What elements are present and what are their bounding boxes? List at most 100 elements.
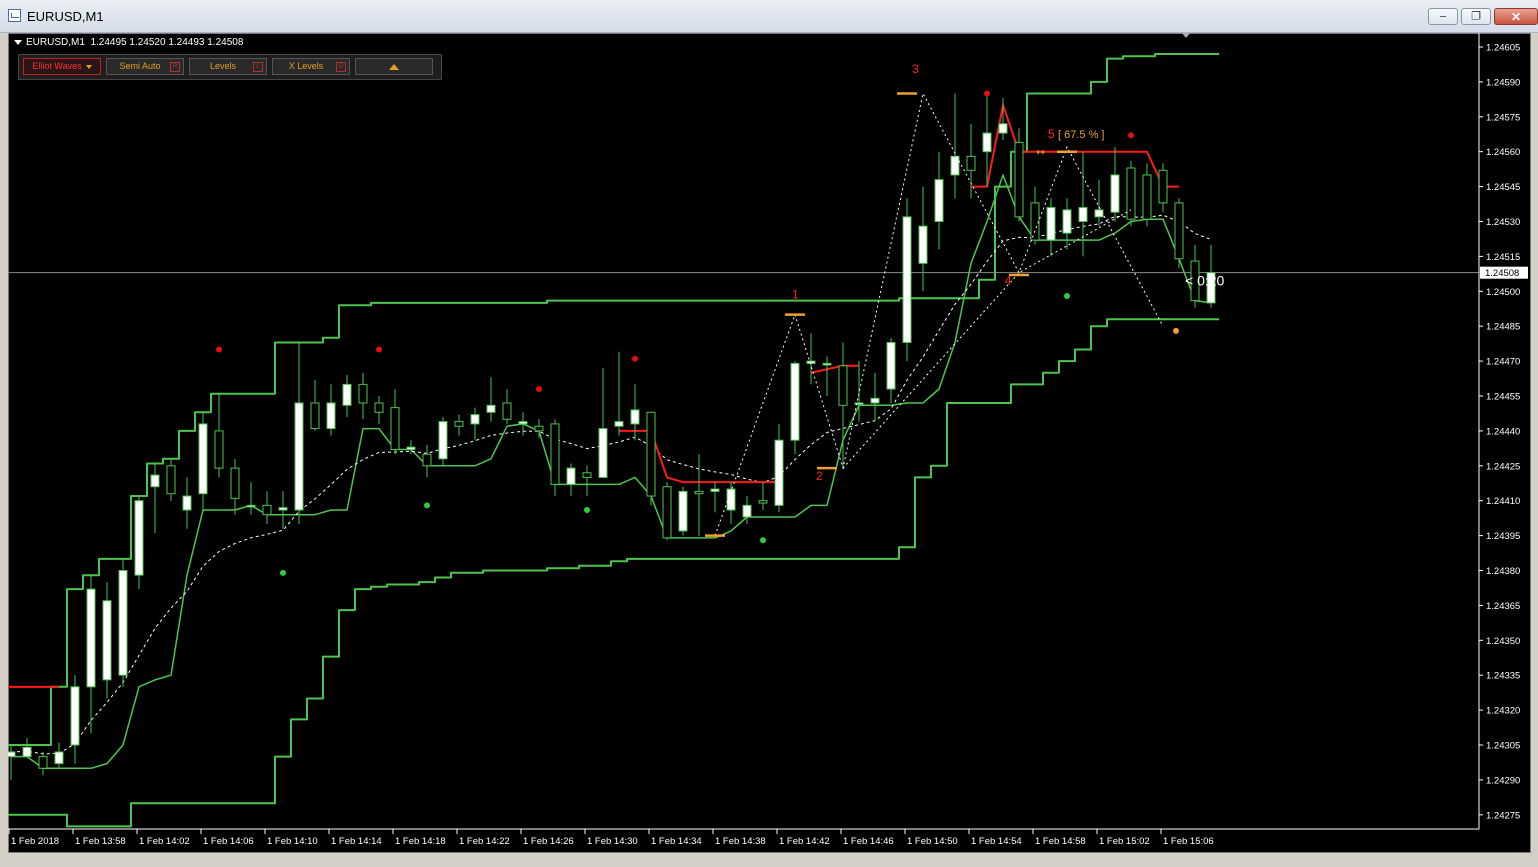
price-tick-label: 1.24365: [1486, 601, 1520, 612]
title-bar[interactable]: EURUSD,M1 – ❐ ✕: [0, 0, 1538, 33]
time-tick-label: 1 Feb 14:10: [267, 836, 318, 847]
time-tick-label: 1 Feb 14:58: [1035, 836, 1086, 847]
fractal-down-dot: [280, 569, 286, 576]
candle: [374, 396, 384, 424]
price-tick-label: 1.24575: [1486, 112, 1520, 123]
wave-label-1: 1: [792, 288, 799, 302]
candle: [1030, 186, 1040, 245]
minimize-button[interactable]: –: [1428, 8, 1458, 25]
candle-body: [614, 421, 624, 427]
semi-auto-hotkey: R: [170, 62, 180, 72]
candle-body: [630, 409, 640, 425]
candle: [134, 496, 144, 590]
candle-body: [326, 402, 336, 430]
candle-body: [214, 430, 224, 469]
candle: [790, 361, 800, 455]
chart-info-line: EURUSD,M1 1.24495 1.24520 1.24493 1.2450…: [14, 37, 243, 48]
bar-countdown-label: < 0:20: [1185, 273, 1225, 289]
candle-body: [838, 365, 848, 406]
candle: [390, 389, 400, 455]
indicator-toolbar: Elliot Waves Semi Auto R Levels L X Levels…: [18, 54, 442, 80]
candle-body: [486, 404, 496, 413]
levels-button[interactable]: Levels L: [189, 58, 267, 75]
candle-body: [870, 397, 880, 404]
candle: [198, 412, 208, 513]
chart-menu-triangle-icon[interactable]: [14, 39, 22, 45]
candle: [566, 463, 576, 497]
price-chart[interactable]: 1 2 3 4 5[ 67.5 % ] ↔ < 0:20 1.24605 1.24590 1.2…: [8, 33, 1529, 851]
candle: [518, 412, 528, 436]
price-tick-label: 1.24515: [1486, 252, 1520, 263]
lower-channel-line: [8, 318, 1219, 828]
candle: [726, 482, 736, 524]
candle-body: [502, 402, 512, 420]
candle-body: [886, 341, 896, 390]
price-tick-label: 1.24500: [1486, 287, 1520, 298]
price-tick-label: 1.24395: [1486, 531, 1520, 542]
close-button[interactable]: ✕: [1494, 8, 1538, 25]
chevron-down-icon: [85, 64, 92, 69]
candle-body: [566, 467, 576, 485]
candle-body: [390, 407, 400, 451]
candle: [806, 333, 816, 385]
time-tick-label: 1 Feb 14:26: [523, 836, 574, 847]
fractal-up-dot: [536, 386, 542, 393]
candle-body: [310, 402, 320, 430]
price-tick-label: 1.24320: [1486, 706, 1520, 717]
price-tick-label: 1.24410: [1486, 496, 1520, 507]
candle-body: [134, 500, 144, 576]
candle-body: [1030, 202, 1040, 241]
x-levels-button[interactable]: X Levels D: [272, 58, 350, 75]
candle-body: [582, 472, 592, 478]
wave-base-line: [842, 209, 1132, 469]
chevron-up-icon: [389, 63, 399, 70]
candle: [486, 377, 496, 422]
candle-body: [934, 179, 944, 222]
candle: [422, 444, 432, 478]
price-tick-label: 1.24440: [1486, 426, 1520, 437]
status-bar: [0, 853, 1538, 867]
x-levels-hotkey: D: [336, 62, 346, 72]
price-tick-label: 1.24335: [1486, 671, 1520, 682]
candle: [438, 416, 448, 466]
candle: [470, 407, 480, 441]
candle: [646, 411, 656, 506]
fractal-down-dot: [584, 507, 590, 514]
candle-body: [8, 751, 16, 758]
candle: [582, 465, 592, 497]
candle: [310, 379, 320, 431]
candle-body: [950, 155, 960, 176]
candle-body: [262, 504, 272, 516]
candle-body: [1078, 207, 1088, 222]
terminal-window: EURUSD,M1 – ❐ ✕ 1 2 3 4 5[ 67.5 % ] ↔ < 0:20 1…: [0, 0, 1538, 867]
candle-body: [1014, 141, 1024, 218]
collapse-toolbar-button[interactable]: [355, 58, 433, 75]
levels-hotkey: L: [253, 62, 263, 72]
candle-body: [918, 225, 928, 264]
candle-body: [246, 504, 256, 508]
candle-body: [1046, 207, 1056, 241]
candle-body: [1062, 209, 1072, 234]
candle: [454, 414, 464, 436]
candle-body: [694, 490, 704, 495]
candle: [326, 384, 336, 436]
semi-auto-button[interactable]: Semi Auto R: [106, 58, 184, 75]
price-tick-label: 1.24530: [1486, 217, 1520, 228]
candle: [1142, 163, 1152, 227]
candle-body: [822, 362, 832, 366]
candle: [86, 575, 96, 734]
candle-body: [374, 402, 384, 413]
x-levels-label: X Levels: [288, 61, 324, 71]
candle-body: [230, 467, 240, 499]
maximize-button[interactable]: ❐: [1461, 8, 1491, 25]
chart-window-icon: [8, 9, 21, 22]
elliot-waves-dropdown[interactable]: Elliot Waves: [23, 58, 101, 75]
candle: [1110, 147, 1120, 222]
time-tick-label: 1 Feb 14:54: [971, 836, 1022, 847]
candle-body: [470, 414, 480, 425]
candle-body: [342, 383, 352, 406]
candle: [598, 368, 608, 478]
candle: [262, 491, 272, 524]
candle: [118, 558, 128, 687]
time-tick-label: 1 Feb 15:06: [1163, 836, 1214, 847]
